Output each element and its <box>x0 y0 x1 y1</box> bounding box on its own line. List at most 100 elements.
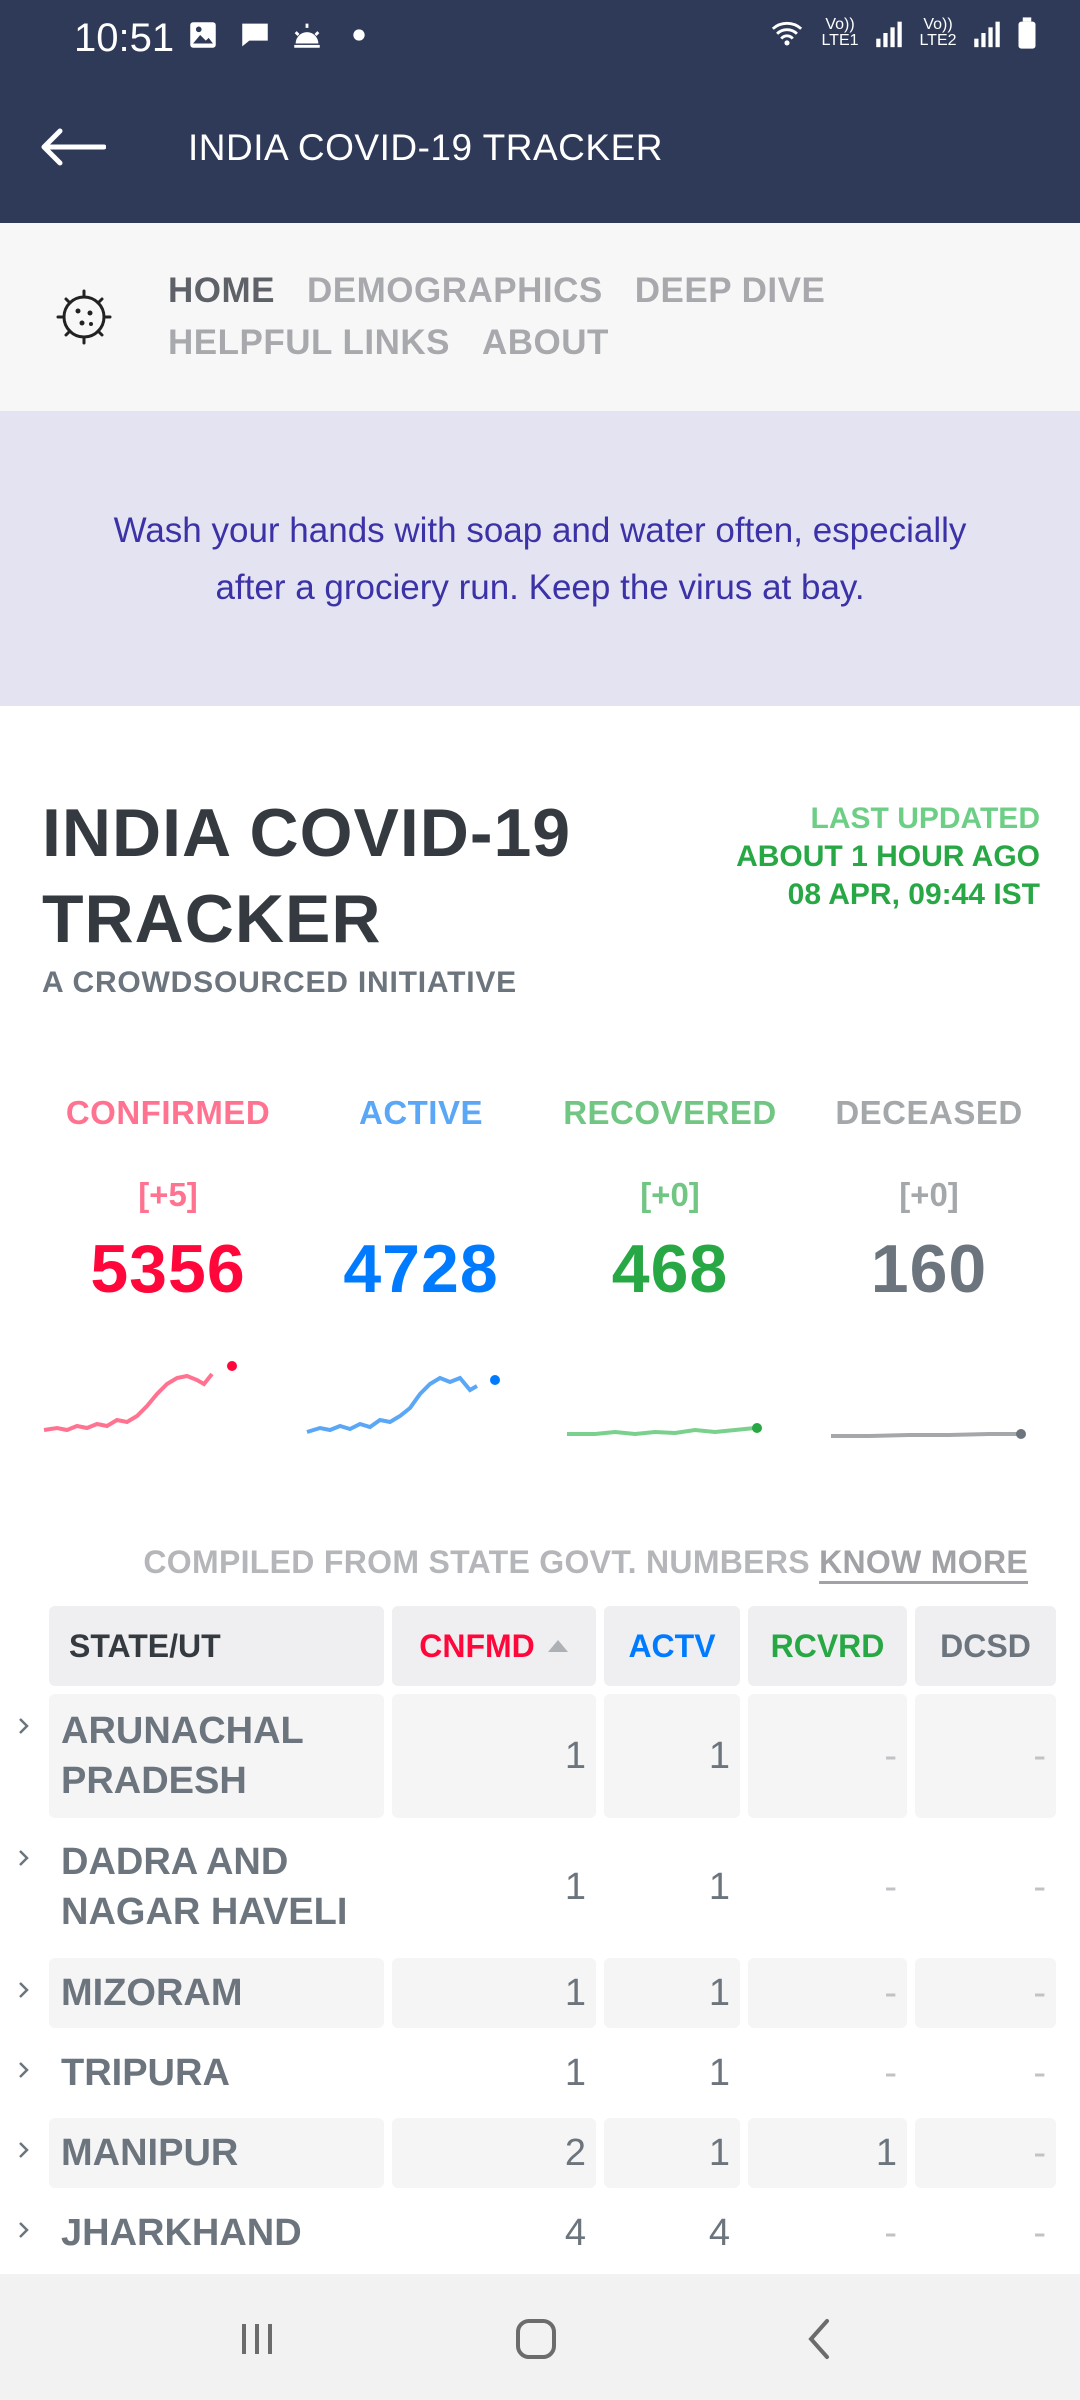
sim1-label: Vo)) LTE1 <box>821 16 859 49</box>
header-state-label: STATE/UT <box>69 1627 221 1664</box>
nav-deep-dive[interactable]: DEEP DIVE <box>635 271 826 311</box>
sim2-label: Vo)) LTE2 <box>919 16 957 49</box>
cell-active: 1 <box>708 1865 730 1908</box>
cell-active: 4 <box>708 2211 730 2254</box>
cell-recovered: - <box>884 2051 897 2094</box>
header-recovered-label: RCVRD <box>770 1627 885 1664</box>
header-deceased[interactable]: DCSD <box>915 1606 1056 1686</box>
cell-confirmed: 4 <box>564 2211 586 2254</box>
battery-icon <box>1018 17 1036 49</box>
cell-deceased: - <box>915 2118 1056 2188</box>
last-updated: LAST UPDATED ABOUT 1 HOUR AGO 08 APR, 09… <box>736 800 1040 914</box>
chevron-right-icon[interactable] <box>12 1846 36 1870</box>
back-arrow-icon[interactable] <box>40 127 106 167</box>
cell-active: 1 <box>708 2051 730 2094</box>
know-more-link[interactable]: KNOW MORE <box>819 1544 1028 1580</box>
state-name: MIZORAM <box>49 1958 384 2028</box>
nav-demographics[interactable]: DEMOGRAPHICS <box>307 271 603 311</box>
nav-about[interactable]: ABOUT <box>482 323 609 363</box>
cell-confirmed: 1 <box>564 2051 586 2094</box>
system-nav-bar <box>0 2274 1080 2400</box>
virus-logo-icon[interactable] <box>56 289 112 345</box>
page-subtitle: A CROWDSOURCED INITIATIVE <box>42 966 517 999</box>
chevron-right-icon[interactable] <box>12 2218 36 2242</box>
home-icon[interactable] <box>511 2314 561 2364</box>
state-name: JHARKHAND <box>61 2212 302 2254</box>
sort-ascending-icon <box>547 1640 568 1652</box>
banner-text: Wash your hands with soap and water ofte… <box>113 510 967 607</box>
compiled-note: COMPILED FROM STATE GOVT. NUMBERS KNOW M… <box>143 1544 1028 1581</box>
recovered-value: 468 <box>611 1231 729 1307</box>
page-title: INDIA COVID-19 TRACKER <box>42 795 572 957</box>
table-row[interactable]: DADRA AND NAGAR HAVELI 1 1 - - <box>0 1830 1080 1944</box>
cell-active: 1 <box>604 1694 740 1818</box>
cell-recovered: 1 <box>748 2118 907 2188</box>
cell-confirmed: 1 <box>392 1694 596 1818</box>
cell-confirmed: 2 <box>392 2118 596 2188</box>
tip-banner: Wash your hands with soap and water ofte… <box>0 411 1080 706</box>
compiled-text: COMPILED FROM STATE GOVT. NUMBERS <box>143 1544 810 1580</box>
state-name: DADRA AND NAGAR HAVELI <box>61 1841 348 1933</box>
table-row[interactable]: MIZORAM 1 1 - - <box>0 1958 1080 2028</box>
recovered-delta: [+0] <box>640 1176 700 1213</box>
nav-helpful-links[interactable]: HELPFUL LINKS <box>168 323 450 363</box>
level-recovered: RECOVERED [+0] 468 <box>540 1094 800 1308</box>
confirmed-sparkline <box>43 1361 237 1433</box>
confirmed-delta: [+5] <box>138 1176 198 1213</box>
nav-links: HOME DEMOGRAPHICS DEEP DIVE HELPFUL LINK… <box>168 271 868 363</box>
cell-recovered: - <box>884 2211 897 2254</box>
header-confirmed[interactable]: CNFMD <box>392 1606 596 1686</box>
last-updated-relative: ABOUT 1 HOUR AGO <box>736 840 1040 873</box>
cell-deceased: - <box>915 1958 1056 2028</box>
recent-apps-icon[interactable] <box>232 2314 282 2364</box>
cell-active: 1 <box>604 2118 740 2188</box>
chevron-right-icon[interactable] <box>12 2138 36 2162</box>
nav-home[interactable]: HOME <box>168 271 275 311</box>
level-confirmed: CONFIRMED [+5] 5356 <box>38 1094 298 1308</box>
header-active[interactable]: ACTV <box>604 1606 740 1686</box>
header-active-label: ACTV <box>628 1627 716 1664</box>
table-row[interactable]: MANIPUR 2 1 1 - <box>0 2118 1080 2188</box>
header-recovered[interactable]: RCVRD <box>748 1606 907 1686</box>
chevron-right-icon[interactable] <box>12 1978 36 2002</box>
last-updated-time: 08 APR, 09:44 IST <box>787 878 1040 911</box>
cell-deceased: - <box>915 1694 1056 1818</box>
status-bar: 10:51 Vo)) LTE1 Vo)) LTE2 <box>0 0 1080 75</box>
active-delta <box>291 1176 551 1220</box>
table-row[interactable]: JHARKHAND 4 4 - - <box>0 2198 1080 2268</box>
notification-icons <box>186 18 376 52</box>
signal-icon <box>876 21 902 48</box>
cell-recovered: - <box>748 1958 907 2028</box>
active-value: 4728 <box>343 1231 499 1307</box>
confirmed-value: 5356 <box>90 1231 246 1307</box>
chevron-right-icon[interactable] <box>12 1714 36 1738</box>
chevron-right-icon[interactable] <box>12 2058 36 2082</box>
header-confirmed-label: CNFMD <box>419 1627 535 1664</box>
level-active: ACTIVE 4728 <box>291 1094 551 1308</box>
cell-deceased: - <box>1033 2211 1046 2254</box>
table-row[interactable]: TRIPURA 1 1 - - <box>0 2038 1080 2108</box>
weather-icon <box>294 23 320 48</box>
last-updated-label: LAST UPDATED <box>810 802 1040 835</box>
wifi-icon <box>771 21 803 46</box>
active-sparkline <box>306 1375 500 1434</box>
deceased-sparkline <box>831 1429 1026 1439</box>
back-icon[interactable] <box>795 2314 845 2364</box>
table-row[interactable]: ARUNACHAL PRADESH 1 1 - - <box>0 1694 1080 1818</box>
cell-active: 1 <box>604 1958 740 2028</box>
state-name: MANIPUR <box>49 2118 384 2188</box>
cell-recovered: - <box>748 1694 907 1818</box>
gallery-icon <box>190 22 216 48</box>
cell-confirmed: 1 <box>392 1958 596 2028</box>
dot-icon <box>353 29 365 41</box>
header-state[interactable]: STATE/UT <box>49 1606 384 1686</box>
header-deceased-label: DCSD <box>940 1627 1031 1664</box>
state-name: TRIPURA <box>61 2052 230 2094</box>
cell-deceased: - <box>1033 2051 1046 2094</box>
active-label: ACTIVE <box>358 1094 483 1131</box>
state-name: ARUNACHAL PRADESH <box>49 1694 384 1818</box>
cell-recovered: - <box>884 1865 897 1908</box>
signal-icon <box>974 21 1000 48</box>
deceased-value: 160 <box>870 1231 988 1307</box>
site-nav: HOME DEMOGRAPHICS DEEP DIVE HELPFUL LINK… <box>0 223 1080 411</box>
